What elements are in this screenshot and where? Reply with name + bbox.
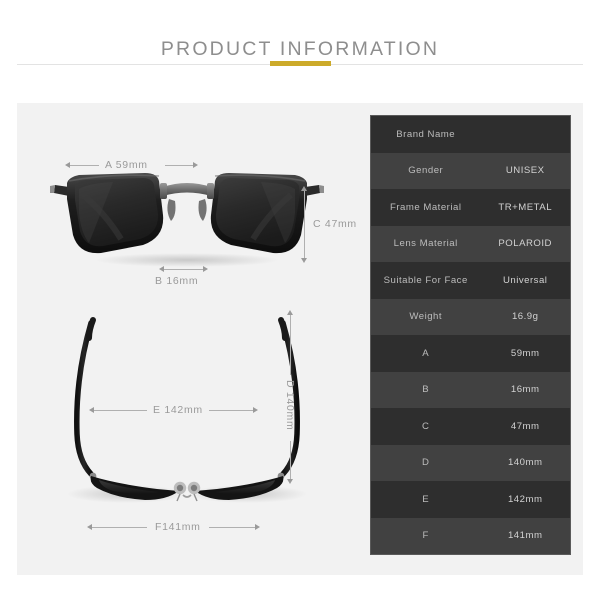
spec-value: 141mm	[507, 530, 543, 542]
title-accent-bar	[270, 61, 331, 66]
spec-key: Gender	[408, 165, 444, 177]
dim-arrow-f-left	[87, 524, 92, 530]
spec-key: E	[422, 493, 430, 505]
table-row: Suitable For Face Universal	[371, 262, 570, 299]
spec-value: Universal	[502, 274, 548, 286]
dim-arrow-a-right	[193, 162, 198, 168]
dim-arrow-c-top	[301, 186, 307, 191]
table-row: Gender UNISEX	[371, 152, 570, 189]
spec-value: 16mm	[510, 384, 540, 396]
spec-value: 16.9g	[511, 311, 539, 323]
dim-line-b	[163, 269, 205, 270]
page-title: PRODUCT INFORMATION	[160, 38, 440, 60]
dim-label-c: C 47mm	[313, 218, 357, 230]
dim-arrow-c-bottom	[301, 258, 307, 263]
spec-key: Frame Material	[389, 201, 462, 213]
dim-line-c	[304, 191, 305, 259]
dim-line-d-bottom	[290, 441, 291, 481]
table-row: E 142mm	[371, 481, 570, 518]
spec-key: A	[422, 347, 430, 359]
spec-value: TR+METAL	[498, 201, 553, 213]
spec-key: C	[422, 420, 430, 432]
table-row: F 141mm	[371, 517, 570, 554]
dim-label-e: E 142mm	[153, 404, 203, 416]
spec-key: Lens Material	[393, 238, 458, 250]
dim-arrow-b-left	[159, 266, 164, 272]
dim-line-f-left	[91, 527, 147, 528]
spec-value: 140mm	[507, 457, 543, 469]
table-row: D 140mm	[371, 444, 570, 481]
spec-key: Brand Name	[396, 128, 456, 140]
spec-key: F	[422, 530, 429, 542]
dim-line-d-top	[290, 315, 291, 375]
dim-label-b: B 16mm	[155, 275, 199, 287]
product-diagram-column: A 59mm C 47mm B 16mm D 140mm E 142mm F14…	[17, 103, 367, 575]
table-row: A 59mm	[371, 335, 570, 372]
spec-key: Weight	[409, 311, 443, 323]
dim-arrow-e-right	[253, 407, 258, 413]
dim-arrow-a-left	[65, 162, 70, 168]
spec-key: B	[422, 384, 430, 396]
dim-arrow-d-bottom	[287, 479, 293, 484]
table-row: C 47mm	[371, 408, 570, 445]
spec-value: 47mm	[510, 420, 540, 432]
dim-label-a: A 59mm	[105, 159, 148, 171]
table-row: Brand Name	[371, 116, 570, 153]
dim-arrow-b-right	[203, 266, 208, 272]
page-header: PRODUCT INFORMATION	[0, 0, 600, 85]
table-row: Lens Material POLAROID	[371, 225, 570, 262]
spec-value: 59mm	[510, 347, 540, 359]
dim-arrow-e-left	[89, 407, 94, 413]
spec-value: 142mm	[507, 493, 543, 505]
table-row: Weight 16.9g	[371, 298, 570, 335]
spec-value: POLAROID	[498, 238, 552, 250]
spec-key: D	[422, 457, 430, 469]
table-row: B 16mm	[371, 371, 570, 408]
content-panel: A 59mm C 47mm B 16mm D 140mm E 142mm F14…	[17, 103, 583, 575]
dim-line-f-right	[209, 527, 257, 528]
table-row: Frame Material TR+METAL	[371, 189, 570, 226]
dim-label-f: F141mm	[155, 521, 201, 533]
dim-line-a-right	[165, 165, 195, 166]
dim-line-a-left	[69, 165, 99, 166]
dim-arrow-d-top	[287, 310, 293, 315]
specification-table: Brand Name Gender UNISEX Frame Material TR+M…	[370, 115, 571, 555]
dim-label-d: D 140mm	[284, 380, 296, 431]
dim-line-e-left	[93, 410, 147, 411]
dim-line-e-right	[209, 410, 255, 411]
spec-key: Suitable For Face	[383, 274, 468, 286]
spec-value: UNISEX	[505, 165, 545, 177]
dim-arrow-f-right	[255, 524, 260, 530]
